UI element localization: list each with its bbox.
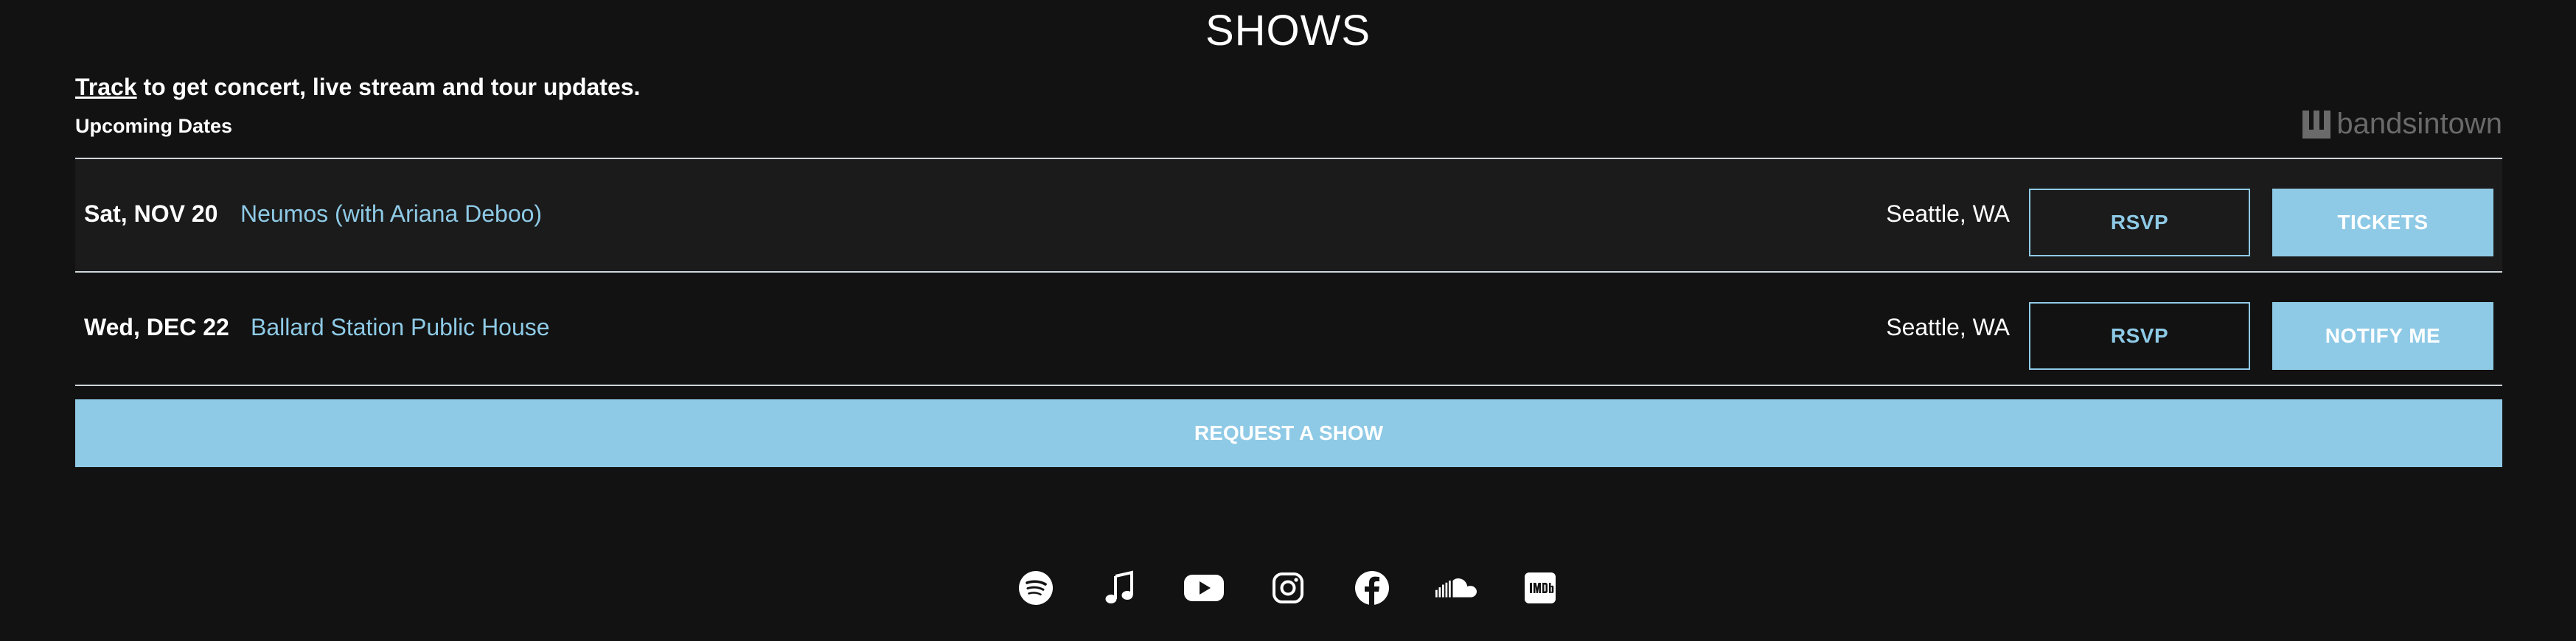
rsvp-button[interactable]: RSVP — [2029, 189, 2250, 256]
apple-music-icon[interactable] — [1099, 567, 1141, 609]
track-prompt-text: to get concert, live stream and tour upd… — [136, 74, 641, 100]
youtube-icon[interactable] — [1183, 567, 1225, 609]
show-location: Seattle, WA — [1886, 314, 2010, 340]
bandsintown-logo-text: bandsintown — [2336, 108, 2502, 140]
show-row: Wed, DEC 22 Ballard Station Public House… — [75, 273, 2502, 386]
instagram-icon[interactable] — [1267, 567, 1309, 609]
spotify-icon[interactable] — [1015, 567, 1056, 609]
track-prompt: Track to get concert, live stream and to… — [75, 74, 640, 101]
request-a-show-button[interactable]: REQUEST A SHOW — [75, 399, 2502, 467]
bandsintown-icon — [2302, 110, 2331, 139]
social-links — [0, 567, 2576, 609]
facebook-icon[interactable] — [1351, 567, 1393, 609]
notify-me-button[interactable]: NOTIFY ME — [2272, 302, 2493, 370]
track-link[interactable]: Track — [75, 74, 137, 100]
soundcloud-icon[interactable] — [1435, 567, 1477, 609]
show-date: Sat, NOV 20 — [84, 200, 218, 227]
imdb-icon[interactable] — [1520, 567, 1561, 609]
tickets-button[interactable]: TICKETS — [2272, 189, 2493, 256]
show-venue-link[interactable]: Neumos (with Ariana Deboo) — [240, 200, 542, 228]
show-venue-link[interactable]: Ballard Station Public House — [251, 314, 550, 341]
rsvp-button[interactable]: RSVP — [2029, 302, 2250, 370]
show-location: Seattle, WA — [1886, 200, 2010, 227]
bandsintown-logo[interactable]: bandsintown — [2302, 108, 2502, 141]
show-date: Wed, DEC 22 — [84, 314, 229, 340]
upcoming-dates-list: Sat, NOV 20 Neumos (with Ariana Deboo) S… — [75, 158, 2502, 386]
upcoming-dates-heading: Upcoming Dates — [75, 115, 233, 137]
show-row: Sat, NOV 20 Neumos (with Ariana Deboo) S… — [75, 159, 2502, 273]
page-title: SHOWS — [1205, 7, 1371, 55]
